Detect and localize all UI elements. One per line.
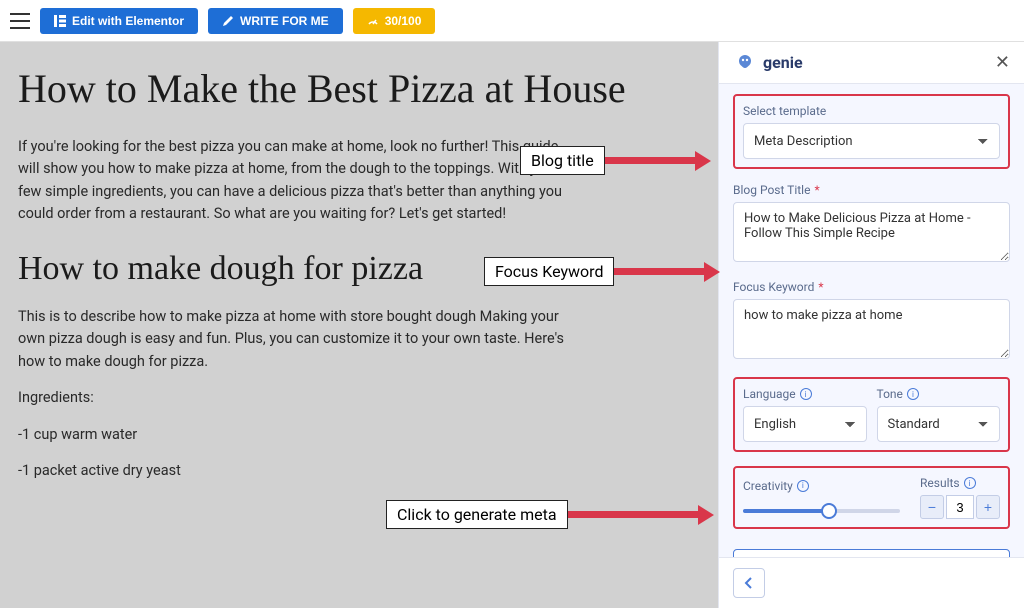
language-label: Language i: [743, 387, 867, 401]
focus-keyword-input[interactable]: [733, 299, 1010, 359]
focus-keyword-label: Focus Keyword *: [733, 280, 1010, 294]
back-button[interactable]: [733, 568, 765, 598]
info-icon[interactable]: i: [800, 388, 812, 400]
template-section: Select template Meta Description: [733, 94, 1010, 169]
panel-footer: [719, 557, 1024, 608]
top-toolbar: Edit with Elementor WRITE FOR ME 30/100: [0, 0, 1024, 42]
panel-body: Select template Meta Description Blog Po…: [719, 84, 1024, 557]
tone-select[interactable]: Standard: [877, 406, 1001, 442]
info-icon[interactable]: i: [964, 477, 976, 489]
info-icon[interactable]: i: [907, 388, 919, 400]
elementor-icon: [54, 15, 66, 27]
template-select[interactable]: Meta Description: [743, 123, 1000, 159]
gauge-icon: [367, 15, 379, 27]
button-label: Edit with Elementor: [72, 14, 184, 28]
seo-score-button[interactable]: 30/100: [353, 8, 436, 34]
post-paragraph: -1 packet active dry yeast: [18, 460, 578, 482]
template-label: Select template: [743, 104, 1000, 118]
language-select[interactable]: English: [743, 406, 867, 442]
brand-logo: genie: [733, 51, 803, 75]
blog-title-section: Blog Post Title *: [733, 183, 1010, 266]
chevron-left-icon: [744, 577, 754, 589]
decrement-button[interactable]: −: [920, 495, 944, 519]
brand-text: genie: [763, 53, 803, 72]
pencil-icon: [222, 15, 234, 27]
lang-tone-section: Language i English Tone i Standard: [733, 377, 1010, 452]
results-value[interactable]: [946, 495, 974, 519]
button-label: 30/100: [385, 14, 422, 28]
creativity-slider[interactable]: [743, 509, 900, 513]
tone-label: Tone i: [877, 387, 1001, 401]
results-label: Results i: [920, 476, 1000, 490]
creativity-results-section: Creativity i Results i − +: [733, 466, 1010, 529]
edit-elementor-button[interactable]: Edit with Elementor: [40, 8, 198, 34]
write-for-me-button[interactable]: WRITE FOR ME: [208, 8, 343, 34]
genie-icon: [733, 51, 757, 75]
close-icon[interactable]: ✕: [995, 52, 1010, 73]
blog-title-label: Blog Post Title *: [733, 183, 1010, 197]
results-stepper: − +: [920, 495, 1000, 519]
focus-keyword-section: Focus Keyword *: [733, 280, 1010, 363]
post-paragraph: Ingredients:: [18, 387, 578, 409]
panel-header: genie ✕: [719, 42, 1024, 84]
post-paragraph: This is to describe how to make pizza at…: [18, 306, 578, 373]
creativity-label: Creativity i: [743, 479, 900, 493]
post-heading-2: How to make dough for pizza: [18, 250, 700, 288]
button-label: WRITE FOR ME: [240, 14, 329, 28]
blog-title-input[interactable]: [733, 202, 1010, 262]
post-paragraph: -1 cup warm water: [18, 424, 578, 446]
post-paragraph: If you're looking for the best pizza you…: [18, 136, 578, 226]
editor-area[interactable]: How to Make the Best Pizza at House If y…: [0, 42, 718, 608]
increment-button[interactable]: +: [976, 495, 1000, 519]
genie-panel: genie ✕ Select template Meta Description…: [718, 42, 1024, 608]
write-button[interactable]: WRITE: [733, 549, 1010, 557]
post-heading-1: How to Make the Best Pizza at House: [18, 66, 700, 112]
hamburger-icon[interactable]: [10, 13, 30, 29]
info-icon[interactable]: i: [797, 480, 809, 492]
